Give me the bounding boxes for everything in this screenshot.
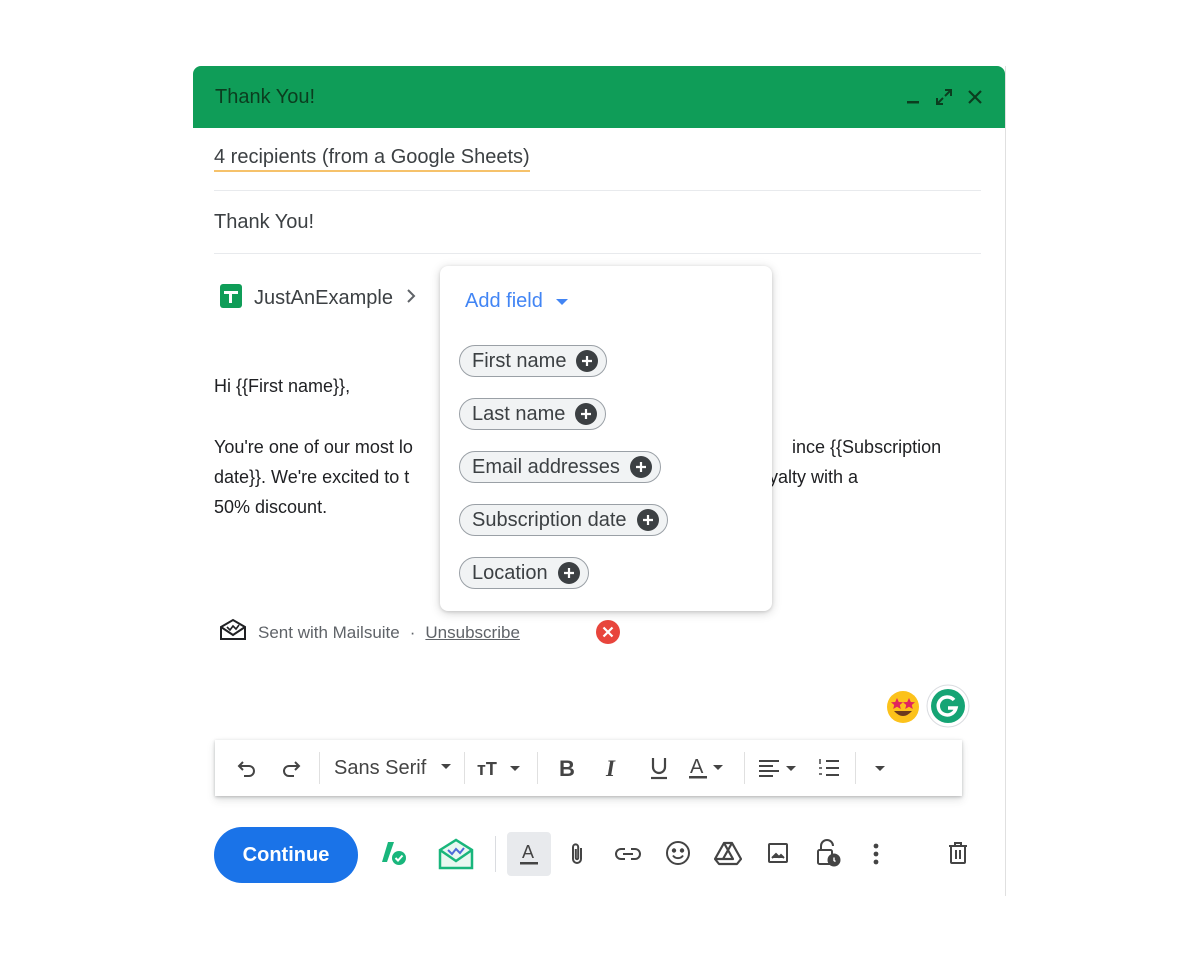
toolbar-divider (319, 752, 320, 784)
star-struck-emoji-icon[interactable] (886, 690, 920, 729)
field-chip-label: Email addresses (472, 455, 620, 478)
font-size-icon[interactable]: тT (471, 748, 531, 788)
more-options-icon[interactable] (869, 841, 883, 867)
italic-icon[interactable]: I (590, 748, 636, 788)
svg-text:B: B (559, 757, 575, 779)
close-icon[interactable] (967, 89, 983, 105)
formatting-options-icon[interactable]: A (507, 832, 551, 876)
body-line-3: 50% discount. (214, 497, 328, 517)
link-icon[interactable] (614, 842, 642, 866)
signature-text: Sent with Mailsuite (258, 622, 400, 642)
mailsuite-person-check-icon[interactable] (378, 838, 410, 870)
svg-text:A: A (690, 756, 704, 778)
field-chip-subscription-date[interactable]: Subscription date (459, 504, 668, 536)
field-chip-last-name[interactable]: Last name (459, 398, 607, 430)
field-chip-label: Location (472, 561, 548, 584)
continue-button[interactable]: Continue (214, 827, 358, 883)
body-line-2: date}}. We're excited to t (214, 467, 410, 487)
add-field-dropdown: Add field First name Last name Email add… (440, 266, 772, 611)
body-line-1-right: ince {{Subscription (792, 437, 942, 457)
underline-icon[interactable] (636, 748, 682, 788)
align-icon[interactable] (751, 748, 809, 788)
recipients-field[interactable]: 4 recipients (from a Google Sheets) (214, 128, 981, 191)
body-line-1: You're one of our most lo (214, 437, 413, 457)
caret-down-icon (555, 290, 569, 313)
minimize-icon[interactable] (905, 89, 921, 105)
add-field-menu-toggle[interactable]: Add field (465, 290, 569, 313)
confidential-mode-icon[interactable] (815, 838, 841, 868)
mailsuite-envelope-icon[interactable] (436, 838, 476, 870)
add-circle-icon (575, 403, 598, 425)
recipients-text[interactable]: 4 recipients (from a Google Sheets) (214, 146, 530, 172)
google-sheets-icon (220, 284, 242, 313)
compose-actions-bar: Continue A (214, 826, 989, 884)
actions-divider (495, 836, 496, 872)
compose-title: Thank You! (215, 85, 316, 108)
subject-field[interactable]: Thank You! (214, 191, 981, 254)
add-circle-icon (557, 562, 580, 584)
caret-down-icon (434, 756, 458, 781)
font-family-select[interactable]: Sans Serif (326, 748, 458, 788)
toolbar-divider (464, 752, 466, 784)
chevron-right-icon (405, 287, 417, 310)
remove-signature-icon[interactable] (596, 620, 620, 649)
svg-text:A: A (522, 842, 534, 862)
field-chip-location[interactable]: Location (459, 557, 589, 589)
body-line-2-right: yalty with a (769, 467, 859, 487)
mailsuite-envelope-icon (218, 618, 248, 647)
sheet-name: JustAnExample (254, 287, 393, 309)
toolbar-divider (537, 752, 539, 784)
bold-icon[interactable]: B (544, 748, 590, 788)
expand-icon[interactable] (935, 88, 953, 106)
mailsuite-signature: Sent with Mailsuite · Unsubscribe (218, 618, 520, 647)
insert-photo-icon[interactable] (766, 841, 790, 865)
grammarly-icon[interactable] (926, 684, 970, 733)
google-drive-icon[interactable] (714, 840, 742, 866)
add-circle-icon (636, 509, 659, 531)
more-formatting-icon[interactable] (862, 748, 898, 788)
add-circle-icon (629, 456, 652, 478)
redo-icon[interactable] (269, 748, 313, 788)
discard-draft-icon[interactable] (947, 840, 969, 866)
font-family-label: Sans Serif (334, 756, 427, 779)
field-chip-first-name[interactable]: First name (459, 345, 608, 377)
field-chip-label: First name (472, 349, 567, 372)
field-chip-email-addresses[interactable]: Email addresses (459, 451, 661, 483)
toolbar-divider (855, 752, 857, 784)
add-circle-icon (576, 350, 599, 372)
text-color-icon[interactable]: A (682, 748, 738, 788)
formatting-toolbar: Sans Serif тT B I A (215, 740, 962, 796)
add-field-label: Add field (465, 290, 543, 312)
undo-icon[interactable] (225, 748, 269, 788)
field-chip-label: Last name (472, 402, 566, 425)
numbered-list-icon[interactable] (809, 748, 849, 788)
unsubscribe-link[interactable]: Unsubscribe (425, 623, 520, 643)
sheet-selector[interactable]: JustAnExample (220, 284, 417, 313)
signature-separator: · (409, 622, 416, 642)
field-chip-label: Subscription date (472, 508, 627, 531)
compose-header: Thank You! (193, 66, 1005, 128)
attachment-icon[interactable] (565, 841, 589, 867)
svg-text:тT: тT (477, 759, 497, 779)
svg-text:I: I (605, 757, 616, 779)
toolbar-divider (744, 752, 746, 784)
emoji-icon[interactable] (665, 840, 691, 866)
